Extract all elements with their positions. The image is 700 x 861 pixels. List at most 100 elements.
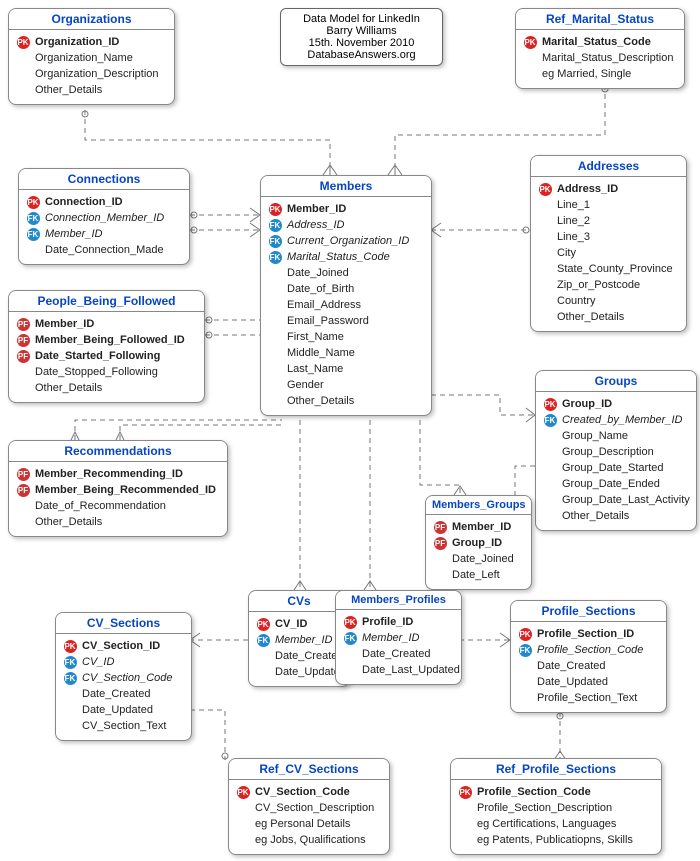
entity-members-groups: Members_Groups PFMember_IDPFGroup_IDDate… (425, 495, 532, 590)
key-badge: PF (15, 350, 31, 363)
attribute-name: Connection_ID (41, 196, 123, 208)
attribute-row: Other_Details (15, 514, 221, 530)
attribute-row: Line_3 (537, 229, 680, 245)
entity-recommendations: Recommendations PFMember_Recommending_ID… (8, 440, 228, 537)
attribute-row: PKCV_Section_Code (235, 784, 383, 800)
key-badge: FK (267, 235, 283, 248)
attribute-row: Date_Joined (267, 265, 425, 281)
attribute-name: Line_3 (553, 231, 590, 243)
attribute-row: Group_Date_Last_Activity (542, 492, 690, 508)
attribute-row: PKConnection_ID (25, 194, 183, 210)
attribute-name: Date_Created (271, 650, 344, 662)
entity-members: Members PKMember_IDFKAddress_IDFKCurrent… (260, 175, 432, 416)
key-badge: PK (62, 640, 78, 653)
attribute-name: Marital_Status_Description (538, 52, 673, 64)
attribute-row: Date_Updated (62, 702, 185, 718)
attribute-row: eg Married, Single (522, 66, 678, 82)
attribute-name: Line_1 (553, 199, 590, 211)
entity-title: Connections (19, 169, 189, 190)
attribute-name: Date_of_Birth (283, 283, 354, 295)
attribute-row: Other_Details (15, 82, 168, 98)
attribute-name: eg Personal Details (251, 818, 350, 830)
attribute-name: Last_Name (283, 363, 343, 375)
key-badge: PK (537, 183, 553, 196)
attribute-name: Profile_Section_ID (533, 628, 634, 640)
attribute-name: Date_Started_Following (31, 350, 160, 362)
attribute-name: CV_Section_Description (251, 802, 374, 814)
entity-groups: Groups PKGroup_IDFKCreated_by_Member_IDG… (535, 370, 697, 531)
attribute-name: Created_by_Member_ID (558, 414, 682, 426)
attribute-row: eg Personal Details (235, 816, 383, 832)
attribute-row: Date_of_Recommendation (15, 498, 221, 514)
attribute-row: Date_Left (432, 567, 525, 583)
info-box: Data Model for LinkedIn Barry Williams 1… (280, 8, 443, 66)
attribute-name: Current_Organization_ID (283, 235, 409, 247)
attribute-row: Group_Date_Ended (542, 476, 690, 492)
attribute-row: PKCV_ID (255, 616, 343, 632)
key-badge: FK (25, 228, 41, 241)
attribute-name: Date_Joined (283, 267, 349, 279)
attribute-name: Member_ID (283, 203, 346, 215)
attribute-row: PKMember_ID (267, 201, 425, 217)
key-badge: PK (522, 36, 538, 49)
attribute-row: Profile_Section_Text (517, 690, 660, 706)
attribute-name: CV_ID (78, 656, 114, 668)
entity-title: Members_Groups (426, 496, 531, 515)
key-badge: PK (255, 618, 271, 631)
entity-title: Ref_Marital_Status (516, 9, 684, 30)
attribute-name: Organization_Name (31, 52, 133, 64)
attribute-name: Line_2 (553, 215, 590, 227)
attribute-name: Member_ID (448, 521, 511, 533)
attribute-row: Date_Stopped_Following (15, 364, 198, 380)
attribute-name: Zip_or_Postcode (553, 279, 640, 291)
attribute-name: CV_Section_ID (78, 640, 160, 652)
entity-connections: Connections PKConnection_IDFKConnection_… (18, 168, 190, 265)
attribute-row: Date_Created (342, 646, 455, 662)
attribute-row: PKGroup_ID (542, 396, 690, 412)
attribute-name: Date_Updated (533, 676, 608, 688)
attribute-row: Date_Joined (432, 551, 525, 567)
attribute-name: Other_Details (31, 516, 102, 528)
attribute-name: eg Patents, Publicatiopns, Skills (473, 834, 633, 846)
attribute-name: Profile_Section_Description (473, 802, 612, 814)
attribute-name: eg Certifications, Languages (473, 818, 616, 830)
entity-profile-sections: Profile_Sections PKProfile_Section_IDFKP… (510, 600, 667, 713)
attribute-row: FKMember_ID (342, 630, 455, 646)
attribute-name: Other_Details (283, 395, 354, 407)
attribute-name: State_County_Province (553, 263, 673, 275)
attribute-name: Group_Name (558, 430, 628, 442)
attribute-name: Date_Updated (78, 704, 153, 716)
key-badge: PF (15, 468, 31, 481)
key-badge: PK (25, 196, 41, 209)
key-badge: PF (15, 334, 31, 347)
attribute-row: State_County_Province (537, 261, 680, 277)
attribute-row: PFMember_Recommending_ID (15, 466, 221, 482)
key-badge: PK (235, 786, 251, 799)
attribute-name: Date_Created (533, 660, 606, 672)
attribute-row: Line_2 (537, 213, 680, 229)
attribute-name: Member_Being_Followed_ID (31, 334, 185, 346)
key-badge: FK (25, 212, 41, 225)
attribute-name: Date_Last_Updated (358, 664, 460, 676)
attribute-name: Country (553, 295, 596, 307)
attribute-row: PKCV_Section_ID (62, 638, 185, 654)
attribute-row: PFDate_Started_Following (15, 348, 198, 364)
info-line4: DatabaseAnswers.org (289, 49, 434, 61)
entity-people-being-followed: People_Being_Followed PFMember_IDPFMembe… (8, 290, 205, 403)
attribute-name: Date_Stopped_Following (31, 366, 158, 378)
entity-ref-marital-status: Ref_Marital_Status PKMarital_Status_Code… (515, 8, 685, 89)
key-badge: PF (15, 318, 31, 331)
attribute-name: Profile_Section_Code (533, 644, 643, 656)
key-badge: FK (267, 219, 283, 232)
attribute-name: eg Married, Single (538, 68, 631, 80)
info-line1: Data Model for LinkedIn (289, 13, 434, 25)
entity-title: Ref_Profile_Sections (451, 759, 661, 780)
attribute-row: Group_Description (542, 444, 690, 460)
key-badge: FK (62, 672, 78, 685)
attribute-name: Group_Description (558, 446, 654, 458)
attribute-row: PKProfile_Section_Code (457, 784, 655, 800)
key-badge: PK (457, 786, 473, 799)
info-line3: 15th. November 2010 (289, 37, 434, 49)
entity-organizations: Organizations PKOrganization_IDOrganizat… (8, 8, 175, 105)
attribute-name: Marital_Status_Code (538, 36, 651, 48)
